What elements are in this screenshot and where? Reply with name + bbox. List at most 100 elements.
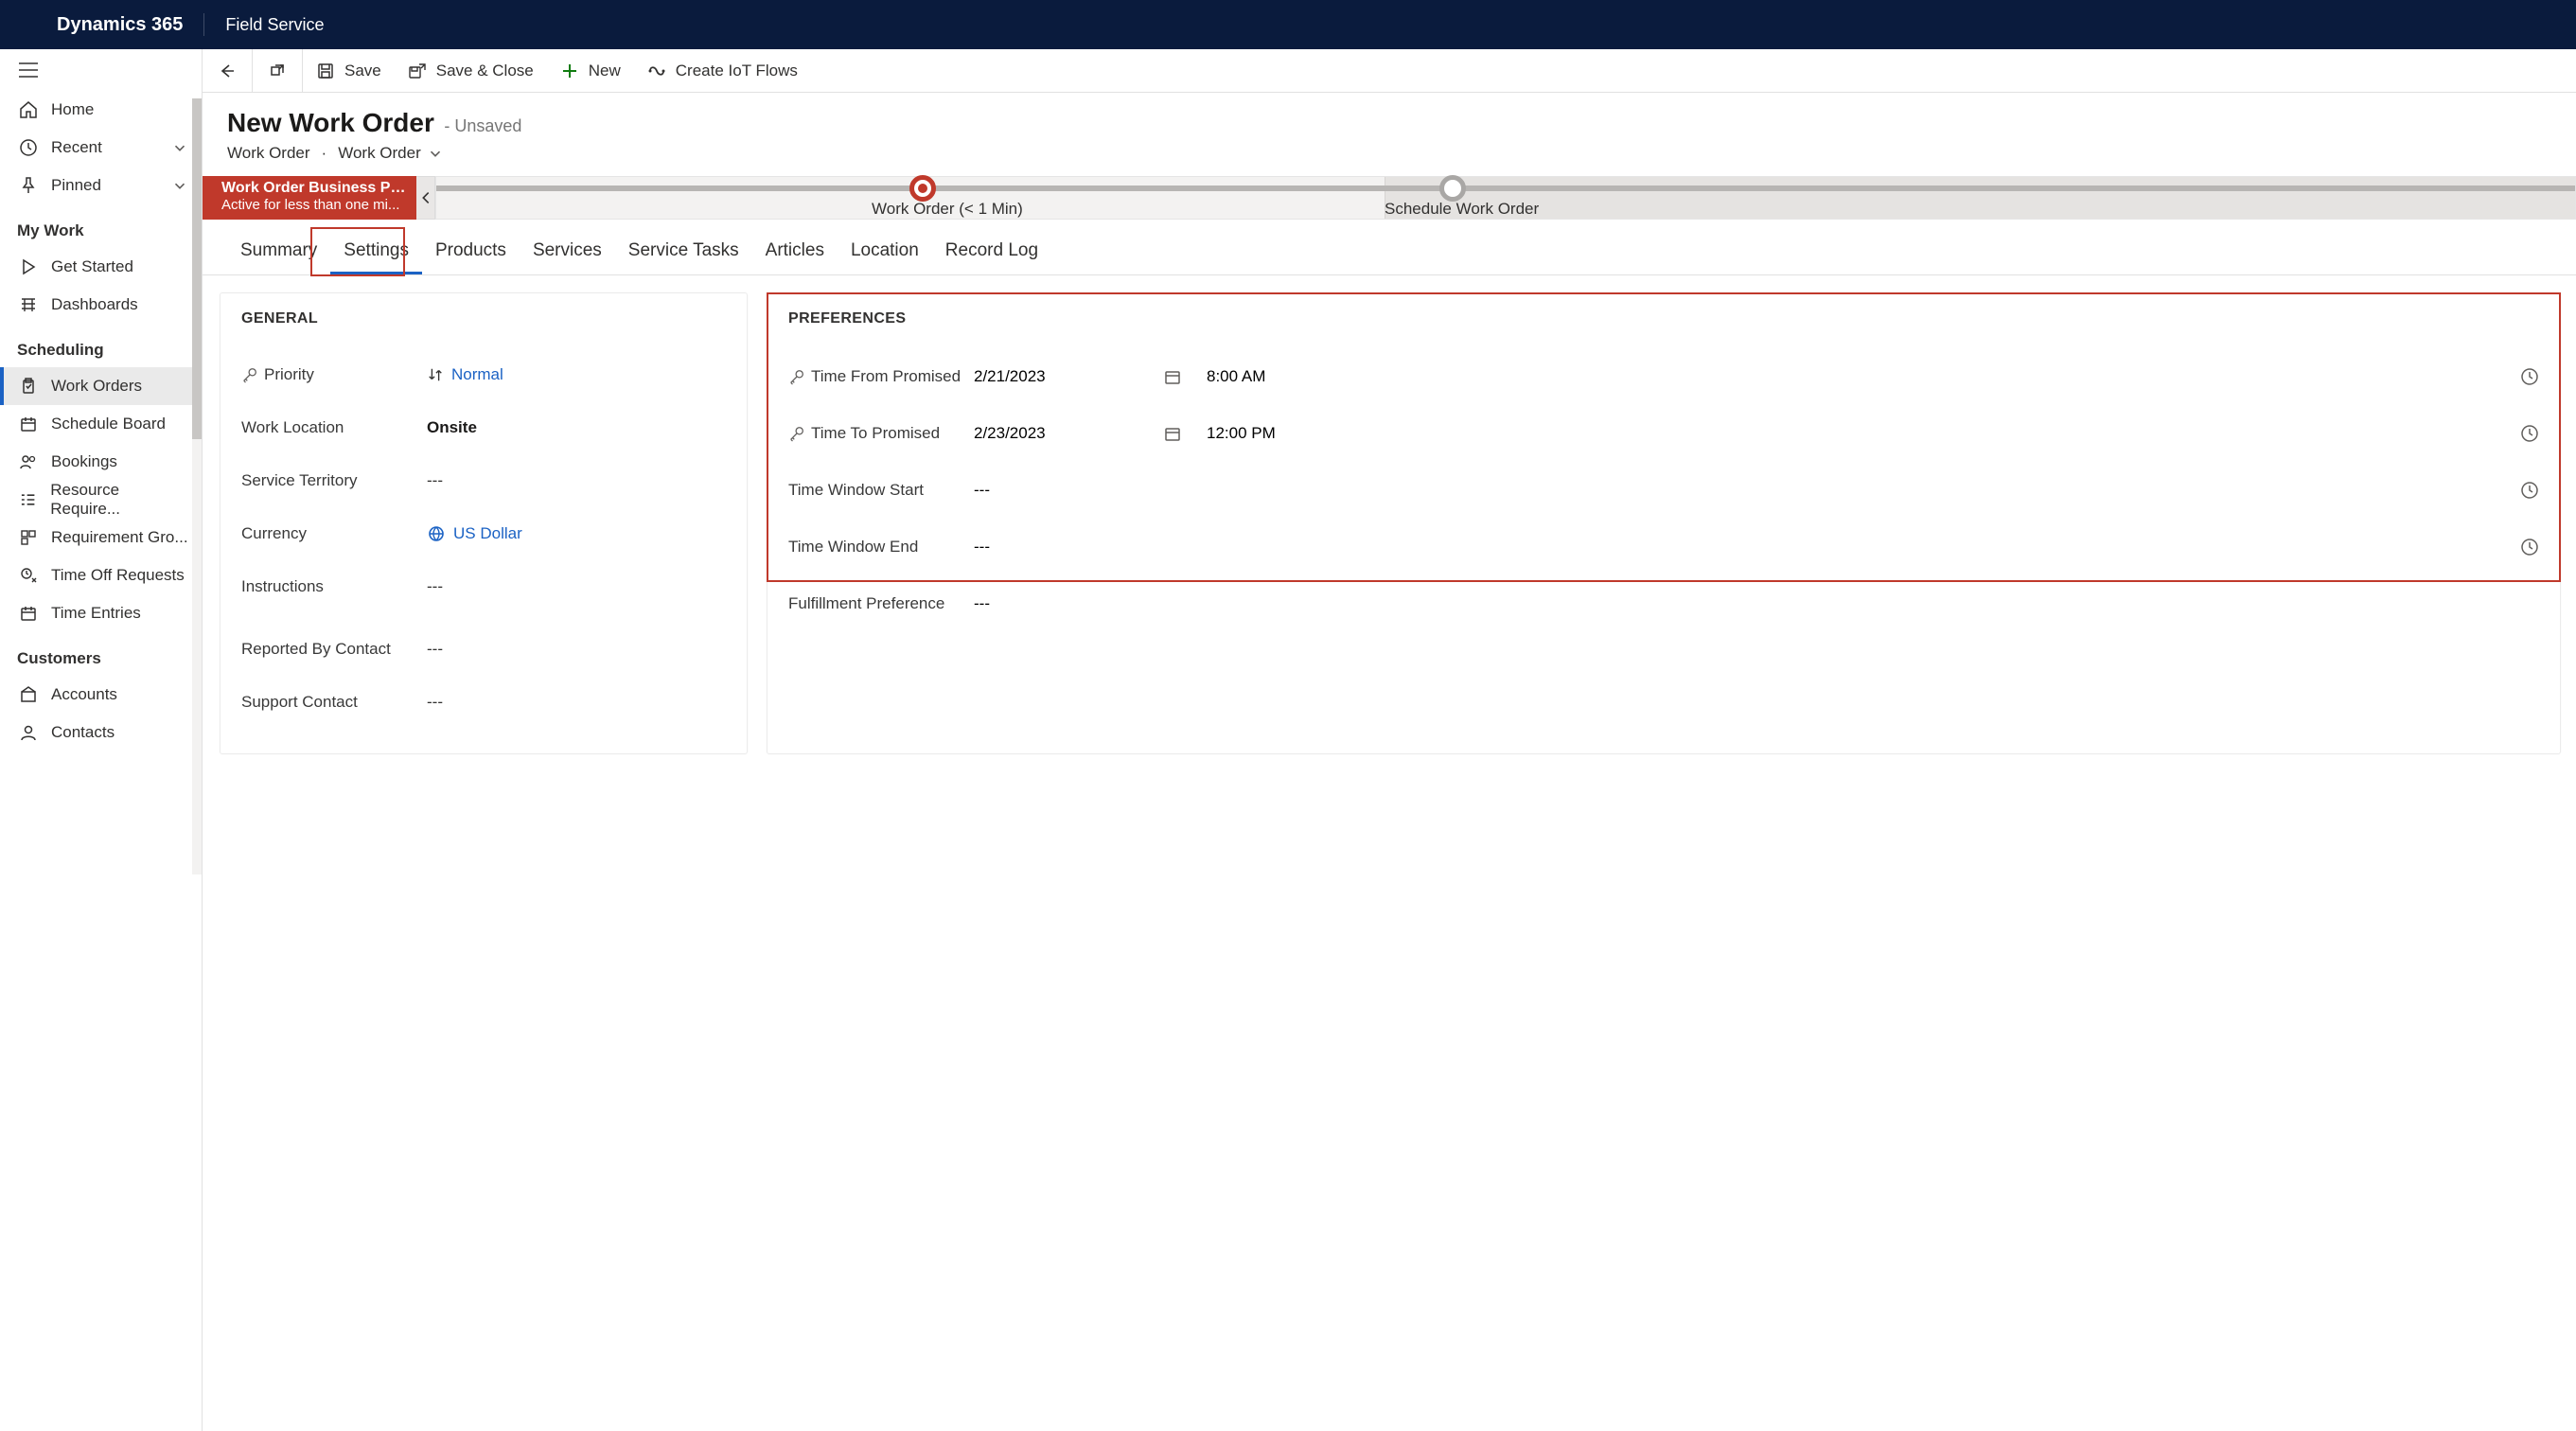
clock-icon [19,138,38,157]
tab-record-log[interactable]: Record Log [932,231,1051,274]
clock-icon[interactable] [2520,367,2539,386]
field-priority[interactable]: Normal [427,365,503,384]
nav-home[interactable]: Home [0,91,202,129]
calendar-icon[interactable] [1163,367,1182,386]
button-label: Save & Close [436,62,534,80]
save-close-button[interactable]: Save & Close [395,49,547,93]
button-label: Create IoT Flows [676,62,798,80]
save-button[interactable]: Save [303,49,395,93]
bpf-active-stage[interactable]: Work Order Business Pro... Active for le… [203,176,435,220]
field-reported-by[interactable]: --- [427,640,443,659]
chevron-left-icon [417,189,434,206]
nav-label: Recent [51,138,102,157]
nav-label: Resource Require... [50,481,188,519]
nav-time-off[interactable]: Time Off Requests [0,556,202,594]
form-selector[interactable]: Work Order [338,144,444,163]
value-currency: US Dollar [453,524,522,543]
calendar-icon[interactable] [1163,424,1182,443]
tab-services[interactable]: Services [520,231,615,274]
timeoff-icon [19,566,38,585]
section-my-work: My Work [0,204,202,248]
business-process-flow: Work Order Business Pro... Active for le… [203,176,2576,220]
bpf-stage-1[interactable] [909,175,936,202]
field-window-start[interactable]: --- [974,481,1163,500]
label-time-to: Time To Promised [811,424,940,443]
nav-label: Time Entries [51,604,141,623]
app-area[interactable]: Field Service [225,15,324,35]
clock-icon[interactable] [2520,424,2539,443]
sidebar-scrollbar-thumb[interactable] [192,98,202,439]
clock-icon[interactable] [2520,481,2539,500]
hamburger-button[interactable] [0,49,202,91]
panel-title-preferences: PREFERENCES [788,310,2539,327]
nav-get-started[interactable]: Get Started [0,248,202,286]
key-icon [241,366,258,383]
value-priority: Normal [451,365,503,384]
field-currency[interactable]: US Dollar [427,524,522,543]
nav-accounts[interactable]: Accounts [0,676,202,714]
tab-service-tasks[interactable]: Service Tasks [615,231,752,274]
value-work-location: Onsite [427,418,477,437]
label-work-location: Work Location [241,418,344,437]
bpf-stage-2[interactable] [1439,175,1466,202]
label-instructions: Instructions [241,577,324,596]
field-time-to-time[interactable]: 12:00 PM [1207,424,1415,443]
entity-name: Work Order [227,144,310,163]
new-button[interactable]: New [547,49,634,93]
field-window-end[interactable]: --- [974,538,1163,556]
field-instructions[interactable]: --- [427,577,443,596]
field-time-from-time[interactable]: 8:00 AM [1207,367,1415,386]
back-button[interactable] [203,49,253,93]
clipboard-icon [19,377,38,396]
bpf-collapse-button[interactable] [416,176,435,220]
nav-requirement-groups[interactable]: Requirement Gro... [0,519,202,556]
nav-label: Contacts [51,723,115,742]
unsaved-indicator: - Unsaved [444,116,521,135]
nav-bookings[interactable]: Bookings [0,443,202,481]
field-fulfillment[interactable]: --- [974,594,1163,613]
bpf-subtitle: Active for less than one mi... [221,197,411,213]
value-time-to-date: 2/23/2023 [974,424,1046,443]
field-service-territory[interactable]: --- [427,471,443,490]
open-button[interactable] [253,49,303,93]
nav-time-entries[interactable]: Time Entries [0,594,202,632]
globe-icon [427,524,446,543]
tab-location[interactable]: Location [838,231,932,274]
nav-pinned[interactable]: Pinned [0,167,202,204]
accounts-icon [19,685,38,704]
field-support-contact[interactable]: --- [427,693,443,712]
value-time-from-time: 8:00 AM [1207,367,1265,386]
nav-recent[interactable]: Recent [0,129,202,167]
field-time-from-date[interactable]: 2/21/2023 [974,367,1163,386]
nav-work-orders[interactable]: Work Orders [0,367,202,405]
nav-label: Pinned [51,176,101,195]
topbar-divider [203,13,204,36]
label-fulfillment: Fulfillment Preference [788,594,944,613]
label-support-contact: Support Contact [241,693,358,712]
clock-icon[interactable] [2520,538,2539,556]
people-icon [19,452,38,471]
tab-products[interactable]: Products [422,231,520,274]
form-tabs: Summary Settings Products Services Servi… [203,220,2576,275]
back-icon [218,62,237,80]
play-icon [19,257,38,276]
nav-dashboards[interactable]: Dashboards [0,286,202,324]
field-time-to-date[interactable]: 2/23/2023 [974,424,1163,443]
nav-label: Bookings [51,452,117,471]
page-header: New Work Order - Unsaved Work Order · Wo… [203,93,2576,172]
label-service-territory: Service Territory [241,471,358,490]
value-instructions: --- [427,577,443,596]
field-work-location[interactable]: Onsite [427,418,477,437]
panel-title-general: GENERAL [241,310,726,327]
bpf-track: Work Order (< 1 Min) Schedule Work Order [435,176,2576,220]
nav-schedule-board[interactable]: Schedule Board [0,405,202,443]
key-icon [788,368,805,385]
label-window-end: Time Window End [788,538,918,556]
nav-contacts[interactable]: Contacts [0,714,202,751]
tab-articles[interactable]: Articles [752,231,838,274]
value-window-end: --- [974,538,990,556]
save-close-icon [408,62,427,80]
nav-resource-requirements[interactable]: Resource Require... [0,481,202,519]
create-iot-button[interactable]: Create IoT Flows [634,49,811,93]
value-service-territory: --- [427,471,443,490]
